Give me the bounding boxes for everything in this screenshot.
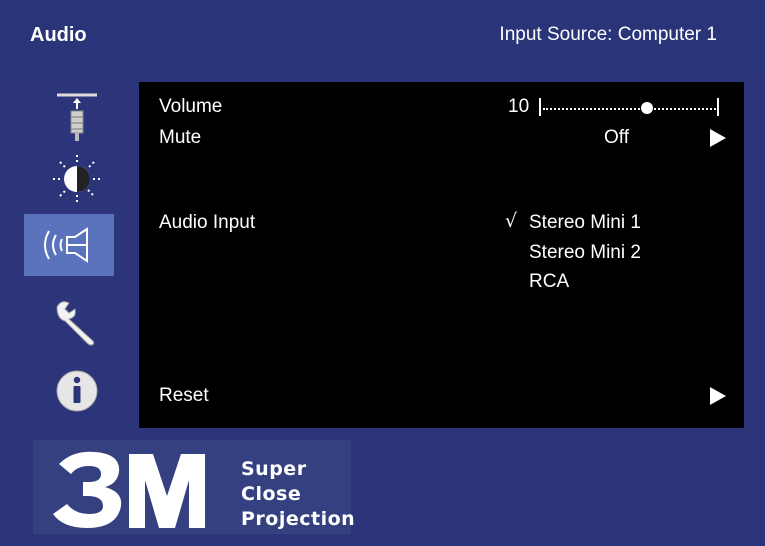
brand-logo: Super Close Projection bbox=[33, 440, 355, 534]
osd-menu-window: Audio Input Source: Computer 1 Volume 10… bbox=[0, 0, 765, 546]
mute-label[interactable]: Mute bbox=[159, 127, 201, 149]
check-mark-icon: √ bbox=[505, 210, 518, 232]
slider-knob[interactable] bbox=[640, 102, 653, 114]
slider-track bbox=[543, 108, 716, 110]
audio-option-rca[interactable]: RCA bbox=[529, 271, 569, 293]
3m-logo-mark bbox=[53, 451, 205, 528]
reset-arrow-icon[interactable] bbox=[710, 387, 726, 405]
logo-text-close: Close bbox=[241, 483, 302, 505]
volume-label[interactable]: Volume bbox=[159, 96, 222, 118]
wrench-icon bbox=[56, 301, 95, 346]
settings-panel: Volume 10 Mute Off Audio Input √ Stereo … bbox=[139, 82, 744, 428]
volume-slider[interactable] bbox=[539, 96, 729, 116]
sidebar-item-brightness[interactable] bbox=[22, 144, 132, 214]
audio-option-stereo-mini-2[interactable]: Stereo Mini 2 bbox=[529, 242, 641, 264]
audio-option-stereo-mini-1[interactable]: Stereo Mini 1 bbox=[529, 212, 641, 234]
reset-label[interactable]: Reset bbox=[159, 385, 209, 407]
volume-value: 10 bbox=[508, 96, 530, 117]
slider-start-tick bbox=[539, 98, 541, 116]
sidebar-item-audio[interactable] bbox=[24, 214, 114, 276]
projector-lamp-icon bbox=[57, 93, 97, 141]
mute-arrow-icon[interactable] bbox=[710, 129, 726, 147]
sidebar-item-info[interactable] bbox=[22, 356, 132, 426]
logo-text-super: Super bbox=[241, 458, 307, 480]
category-sidebar bbox=[22, 84, 132, 429]
slider-end-tick bbox=[717, 98, 719, 116]
brightness-icon bbox=[53, 155, 101, 203]
mute-value: Off bbox=[604, 127, 629, 148]
audio-input-label[interactable]: Audio Input bbox=[159, 212, 255, 234]
audio-speaker-icon bbox=[44, 227, 88, 263]
info-icon bbox=[56, 370, 98, 412]
sidebar-item-setup[interactable] bbox=[22, 288, 132, 358]
logo-text-projection: Projection bbox=[241, 508, 356, 530]
input-source-label: Input Source: Computer 1 bbox=[499, 24, 717, 45]
menu-title: Audio bbox=[30, 24, 87, 46]
menu-header: Audio Input Source: Computer 1 bbox=[0, 0, 765, 75]
